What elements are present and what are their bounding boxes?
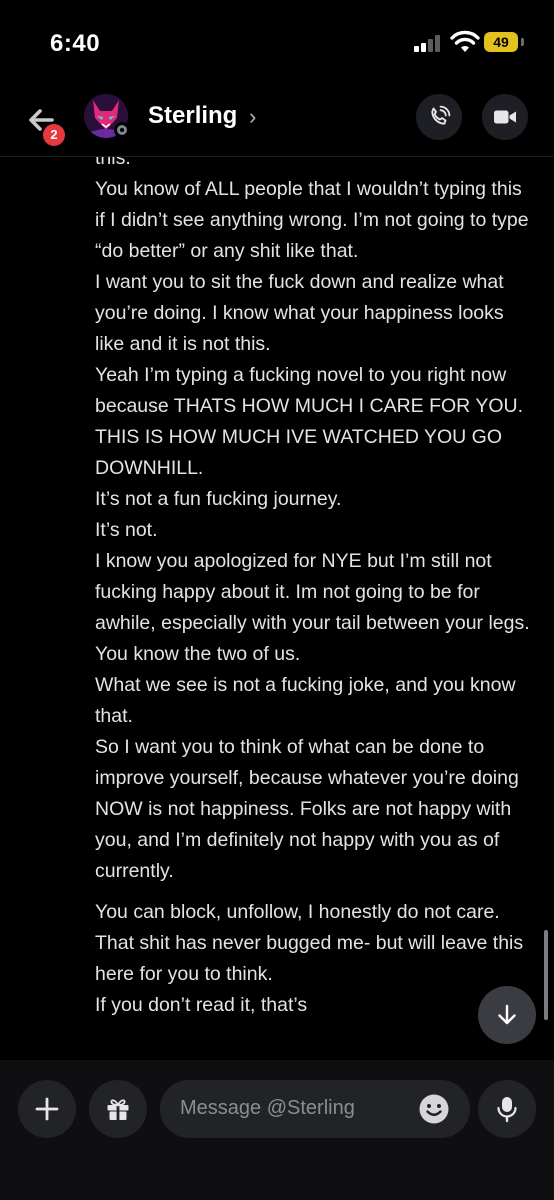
arrow-down-icon — [498, 1004, 516, 1025]
message-line: You know the two of us. — [95, 643, 301, 665]
battery-tip — [521, 38, 524, 46]
message-input-placeholder: Message @Sterling — [180, 1097, 355, 1119]
status-bar: 6:40 49 — [0, 0, 554, 90]
unread-badge: 2 — [41, 122, 67, 148]
add-attachment-button[interactable] — [18, 1080, 76, 1138]
jump-to-bottom-button[interactable] — [478, 986, 536, 1044]
microphone-icon — [497, 1097, 517, 1123]
message-composer: Message @Sterling — [0, 1060, 554, 1200]
plus-icon — [35, 1097, 59, 1121]
message-line: If you don’t read it, that’s — [95, 994, 308, 1016]
gift-button[interactable] — [89, 1080, 147, 1138]
video-call-button[interactable] — [482, 94, 528, 140]
message-line: You know of ALL people that I wouldn’t t… — [95, 178, 529, 262]
message-line: this. — [95, 157, 131, 169]
message-line: It’s not. — [95, 519, 158, 541]
conversation-header: 2 Sterling › — [0, 90, 554, 156]
message-list[interactable]: this. You know of ALL people that I woul… — [0, 157, 554, 1060]
message-line: It’s not a fun fucking journey. — [95, 488, 342, 510]
voice-message-button[interactable] — [478, 1080, 536, 1138]
voice-call-button[interactable] — [416, 94, 462, 140]
status-time: 6:40 — [50, 30, 101, 57]
message-line: What we see is not a fucking joke, and y… — [95, 674, 516, 727]
phone-call-icon — [431, 105, 451, 125]
video-camera-icon — [494, 110, 516, 124]
message-line: You can block, unfollow, I honestly do n… — [95, 901, 524, 985]
gift-icon — [107, 1099, 129, 1120]
message-line: So I want you to think of what can be do… — [95, 736, 519, 882]
message-line: Yeah I’m typing a fucking novel to you r… — [95, 364, 523, 479]
presence-status-icon — [114, 122, 130, 138]
message-line: I want you to sit the fuck down and real… — [95, 271, 504, 355]
emoji-icon[interactable] — [417, 1092, 451, 1126]
message-input[interactable]: Message @Sterling — [160, 1080, 470, 1138]
wifi-icon — [450, 30, 480, 52]
message-line: I know you apologized for NYE but I’m st… — [95, 550, 530, 634]
cellular-signal-icon — [414, 34, 444, 52]
message-group: this. You know of ALL people that I woul… — [95, 157, 535, 1021]
battery-level: 49 — [484, 32, 518, 52]
scrollbar[interactable] — [544, 930, 548, 1020]
contact-name[interactable]: Sterling — [148, 102, 237, 130]
chevron-right-icon[interactable]: › — [249, 104, 256, 130]
